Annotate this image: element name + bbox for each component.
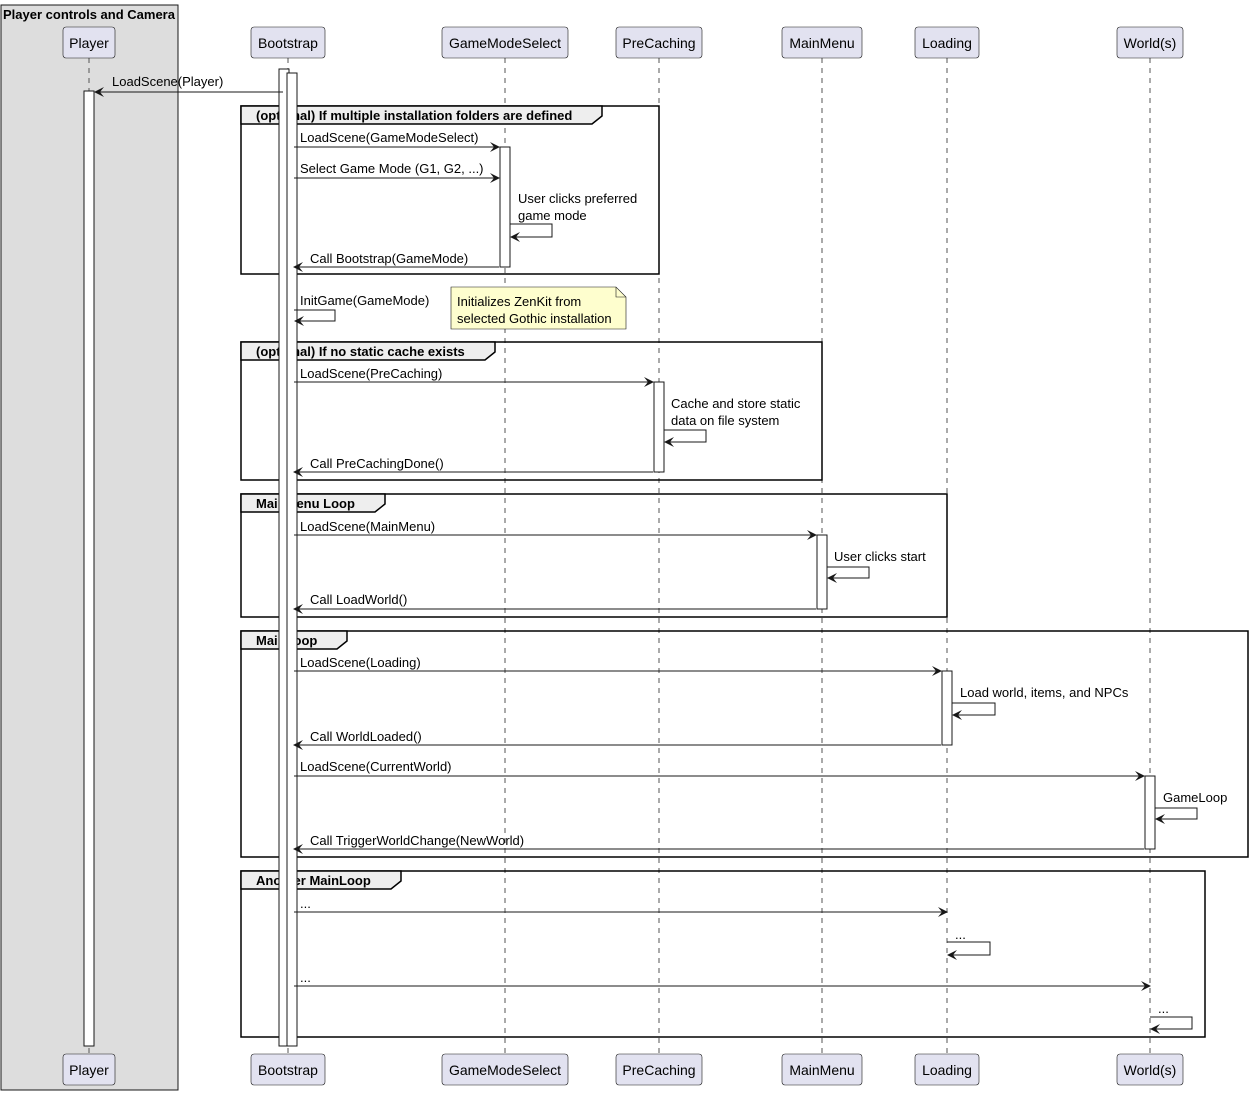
activation-mainmenu-5 xyxy=(816,534,828,610)
message-m22-arrow xyxy=(1150,1016,1193,1034)
message-m8-label-1: Cache and store static xyxy=(671,396,801,411)
message-m14-label-1: Load world, items, and NPCs xyxy=(960,685,1129,700)
participant-gamemodeselect-top-label: GameModeSelect xyxy=(449,35,561,51)
participant-mainmenu-bottom-label: MainMenu xyxy=(789,1062,854,1078)
participant-bootstrap-top-label: Bootstrap xyxy=(258,35,318,51)
participant-worlds-bottom-label: World(s) xyxy=(1124,1062,1177,1078)
message-m14-arrow xyxy=(952,702,996,720)
activation-player-0 xyxy=(83,90,95,1047)
activation-gamemodeselect-3 xyxy=(499,146,511,268)
frame-another xyxy=(240,870,1206,1038)
message-m20-arrow xyxy=(947,941,991,960)
message-m4-label-2: game mode xyxy=(518,208,587,223)
message-m4-label-1: User clicks preferred xyxy=(518,191,637,206)
participant-precaching-top-label: PreCaching xyxy=(622,35,695,51)
message-m18-label: Call TriggerWorldChange(NewWorld) xyxy=(310,833,524,848)
participant-bootstrap-bottom-label: Bootstrap xyxy=(258,1062,318,1078)
message-m12-label: Call LoadWorld() xyxy=(310,592,407,607)
activation-precaching-4 xyxy=(653,381,665,473)
participant-worlds-top-label: World(s) xyxy=(1124,35,1177,51)
message-m15-label: Call WorldLoaded() xyxy=(310,729,422,744)
message-m6-arrow xyxy=(294,309,336,326)
message-m7-label: LoadScene(PreCaching) xyxy=(300,366,442,381)
message-m17-arrow xyxy=(1155,807,1198,824)
message-m2-label: LoadScene(GameModeSelect) xyxy=(300,130,479,145)
message-m4-arrow xyxy=(510,223,553,242)
message-m17-label-1: GameLoop xyxy=(1163,790,1227,805)
message-m1-label: LoadScene(Player) xyxy=(112,74,223,89)
message-m8-label-2: data on file system xyxy=(671,413,779,428)
participant-player-bottom-label: Player xyxy=(69,1062,109,1078)
message-m13-label: LoadScene(Loading) xyxy=(300,655,421,670)
participant-loading-top-label: Loading xyxy=(922,35,972,51)
frame-another-label: Another MainLoop xyxy=(256,873,371,888)
message-m11-label-1: User clicks start xyxy=(834,549,926,564)
message-m9-label: Call PreCachingDone() xyxy=(310,456,444,471)
sequence-diagram: Player controls and Camera (optional) If … xyxy=(0,4,1249,1091)
message-m8-arrow xyxy=(664,429,707,447)
participant-gamemodeselect-bottom-label: GameModeSelect xyxy=(449,1062,561,1078)
message-m10-label: LoadScene(MainMenu) xyxy=(300,519,435,534)
message-m20-label-1: ... xyxy=(955,927,966,942)
activation-worlds-7 xyxy=(1144,775,1156,850)
note-line-2: selected Gothic installation xyxy=(457,311,612,326)
frame-installation-label: (optional) If multiple installation fold… xyxy=(256,108,572,123)
message-m6-label-1: InitGame(GameMode) xyxy=(300,293,429,308)
message-m5-label: Call Bootstrap(GameMode) xyxy=(310,251,468,266)
message-m11-arrow xyxy=(827,566,870,583)
activation-loading-6 xyxy=(941,670,953,746)
activation-bootstrap-2 xyxy=(286,72,298,1047)
participant-mainmenu-top-label: MainMenu xyxy=(789,35,854,51)
note-line-1: Initializes ZenKit from xyxy=(457,294,581,309)
participant-precaching-bottom-label: PreCaching xyxy=(622,1062,695,1078)
participant-loading-bottom-label: Loading xyxy=(922,1062,972,1078)
message-m16-label: LoadScene(CurrentWorld) xyxy=(300,759,452,774)
participant-box-title: Player controls and Camera xyxy=(3,7,176,22)
message-m19-label: ... xyxy=(300,896,311,911)
message-m21-label: ... xyxy=(300,970,311,985)
participant-player-top-label: Player xyxy=(69,35,109,51)
message-m22-label-1: ... xyxy=(1158,1001,1169,1016)
frame-mainmenu-label: MainMenu Loop xyxy=(256,496,355,511)
message-m3-label: Select Game Mode (G1, G2, ...) xyxy=(300,161,484,176)
